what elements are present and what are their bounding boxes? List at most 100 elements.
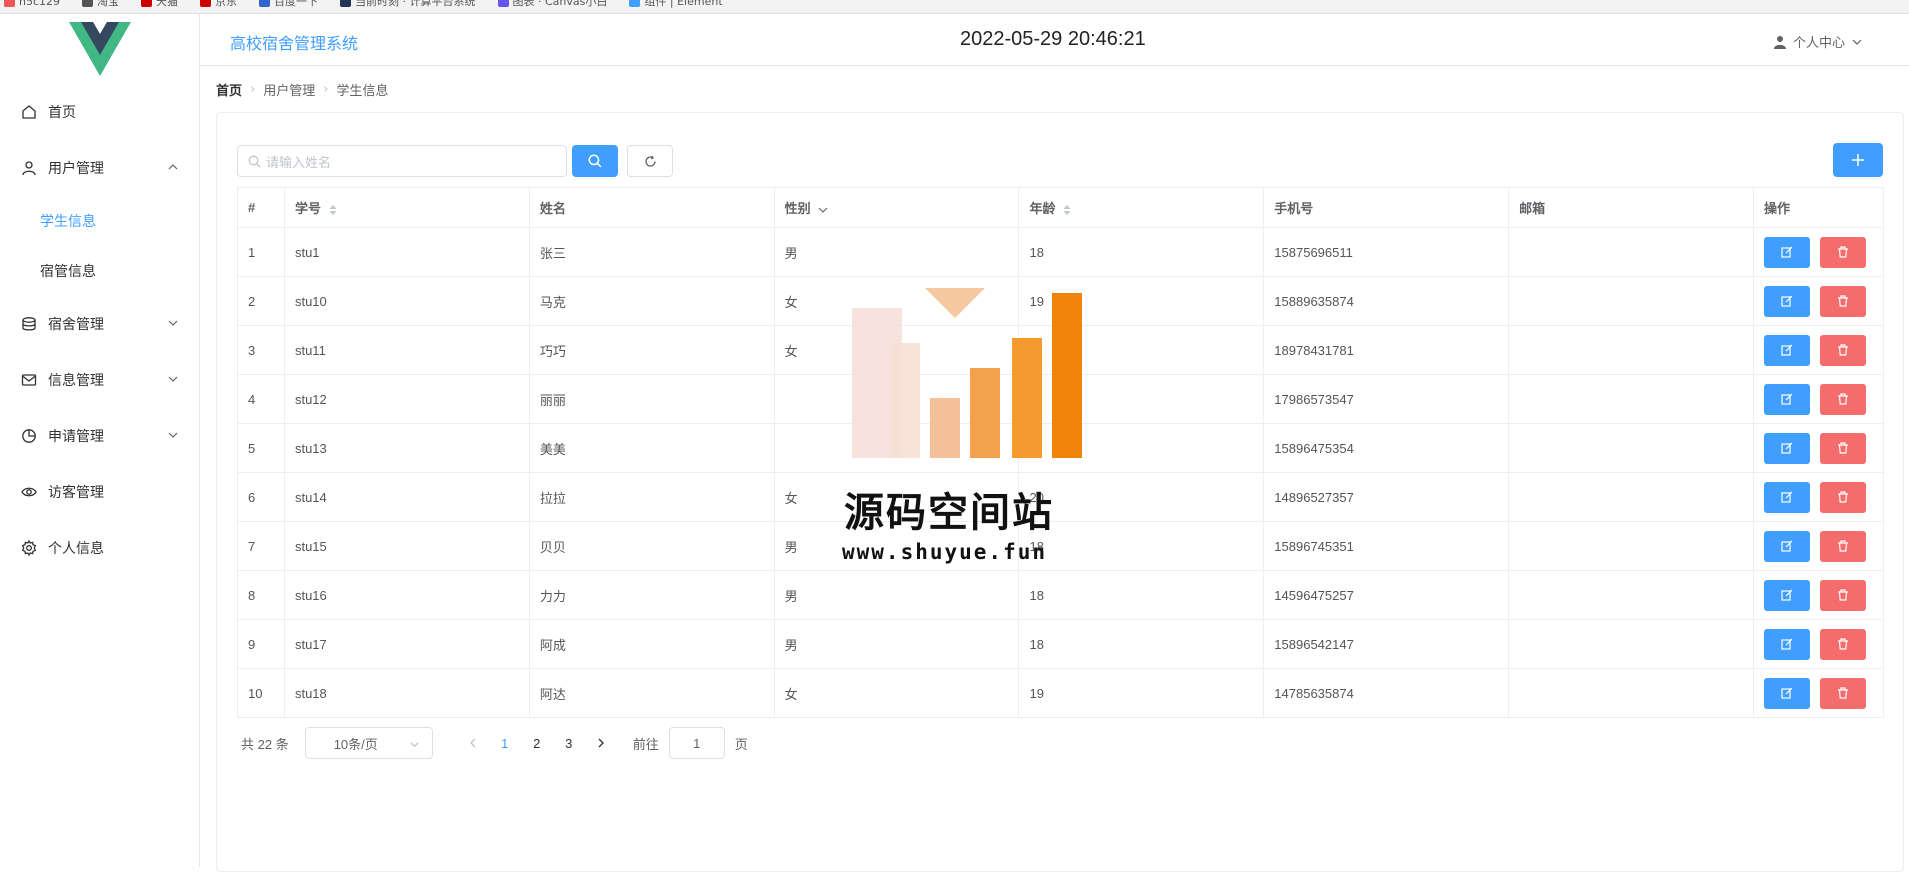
sidebar-subitem-dorm-manager-info[interactable]: 宿管信息 (0, 246, 199, 296)
cell-phone: 15896542147 (1263, 619, 1510, 669)
edit-button[interactable] (1764, 579, 1810, 611)
bookmark-item[interactable]: 组件 | Element (629, 0, 723, 7)
table-row: 4 stu12 丽丽 17986573547 (237, 374, 1884, 424)
bookmark-label: 京东 (215, 0, 238, 8)
cell-age (1018, 374, 1265, 424)
bookmark-favicon-icon (82, 0, 94, 7)
sidebar-item-application-management[interactable]: 申请管理 (0, 408, 199, 464)
bookmark-label: 天猫 (156, 0, 179, 8)
sidebar-item-info-management[interactable]: 信息管理 (0, 352, 199, 408)
cell-phone: 14896527357 (1263, 472, 1510, 522)
breadcrumb-user-management[interactable]: 用户管理 (263, 80, 315, 99)
column-header-age[interactable]: 年龄 (1018, 187, 1265, 228)
search-input[interactable]: 请输入姓名 (237, 145, 567, 177)
delete-button[interactable] (1820, 677, 1866, 709)
main-card: 请输入姓名 # 学号 姓名 性别 年龄 手机号 邮箱 操作 1 stu1 张三 … (216, 112, 1904, 872)
vue-logo[interactable] (0, 14, 199, 84)
sidebar-item-home[interactable]: 首页 (0, 84, 199, 140)
cell-index: 4 (237, 374, 285, 424)
goto-prefix: 前往 (632, 736, 659, 752)
column-header-student-id[interactable]: 学号 (283, 187, 530, 228)
cell-student-id: stu17 (283, 619, 530, 669)
edit-button[interactable] (1764, 677, 1810, 709)
delete-button[interactable] (1820, 236, 1866, 268)
edit-button[interactable] (1764, 236, 1810, 268)
edit-button[interactable] (1764, 285, 1810, 317)
user-center-dropdown[interactable]: 个人中心 (1773, 32, 1863, 51)
bookmark-item[interactable]: 百度一下 (259, 0, 318, 7)
cell-email (1508, 227, 1754, 277)
bookmark-item[interactable]: 淘宝 (82, 0, 119, 7)
bookmark-item[interactable]: h5c129 (4, 0, 60, 7)
delete-icon (1838, 491, 1848, 503)
delete-button[interactable] (1820, 530, 1866, 562)
cell-phone: 14785635874 (1263, 668, 1510, 718)
bookmark-item[interactable]: 京东 (200, 0, 237, 7)
sidebar-item-user-management[interactable]: 用户管理 (0, 140, 199, 196)
edit-button[interactable] (1764, 383, 1810, 415)
edit-button[interactable] (1764, 432, 1810, 464)
edit-button[interactable] (1764, 530, 1810, 562)
bookmark-favicon-icon (200, 0, 212, 7)
edit-button[interactable] (1764, 334, 1810, 366)
goto-page-input[interactable]: 1 (668, 727, 725, 759)
bookmark-label: 淘宝 (97, 0, 120, 8)
column-header-gender[interactable]: 性别 (773, 187, 1020, 228)
cell-gender: 女 (773, 325, 1020, 375)
reset-button[interactable] (627, 145, 673, 177)
table-row: 5 stu13 美美 15896475354 (237, 423, 1884, 473)
delete-button[interactable] (1820, 432, 1866, 464)
bookmark-label: 图表 · Canvas小白 (512, 0, 608, 8)
sidebar-item-personal-info[interactable]: 个人信息 (0, 520, 199, 576)
sidebar-subitem-student-info[interactable]: 学生信息 (0, 196, 199, 246)
search-button[interactable] (572, 145, 618, 177)
cell-index: 6 (237, 472, 285, 522)
delete-icon (1838, 295, 1848, 307)
bookmark-item[interactable]: 当前时刻 · 计算平台系统 (340, 0, 476, 7)
cell-gender: 男 (773, 570, 1020, 620)
sidebar-item-dorm-management[interactable]: 宿舍管理 (0, 296, 199, 352)
edit-button[interactable] (1764, 481, 1810, 513)
next-page-button[interactable] (585, 736, 617, 751)
cell-student-id: stu11 (283, 325, 530, 375)
sidebar-subitem-label: 学生信息 (40, 214, 96, 230)
delete-button[interactable] (1820, 334, 1866, 366)
bookmark-item[interactable]: 图表 · Canvas小白 (497, 0, 608, 8)
user-avatar-icon (1773, 35, 1786, 49)
refresh-icon (644, 155, 656, 167)
sort-caret-icon[interactable] (329, 204, 337, 216)
column-header-actions: 操作 (1753, 187, 1884, 228)
bookmark-item[interactable]: 天猫 (141, 0, 178, 7)
breadcrumb-home[interactable]: 首页 (216, 80, 242, 99)
filter-chevron-icon[interactable] (818, 205, 828, 215)
sidebar-subitem-label: 宿管信息 (40, 264, 96, 280)
cell-index: 2 (237, 276, 285, 326)
sidebar-item-visitor-management[interactable]: 访客管理 (0, 464, 199, 520)
add-button[interactable] (1833, 143, 1883, 177)
bookmark-favicon-icon (629, 0, 641, 7)
page-button-2[interactable]: 2 (521, 736, 553, 751)
delete-button[interactable] (1820, 383, 1866, 415)
cell-student-id: stu15 (283, 521, 530, 571)
delete-button[interactable] (1820, 285, 1866, 317)
page-button-1[interactable]: 1 (489, 736, 521, 751)
cell-gender: 女 (773, 668, 1020, 718)
prev-page-button[interactable] (457, 736, 489, 751)
edit-icon (1781, 344, 1793, 356)
delete-button[interactable] (1820, 579, 1866, 611)
edit-icon (1781, 687, 1793, 699)
cell-name: 力力 (528, 570, 775, 620)
edit-button[interactable] (1764, 628, 1810, 660)
delete-button[interactable] (1820, 481, 1866, 513)
chevron-right-icon (598, 738, 604, 747)
sidebar-menu: 首页 用户管理 学生信息 宿管信息 宿舍管理 信息管理 申请管理 访客管理 个人… (0, 84, 199, 576)
page-size-select[interactable]: 10条/页 (304, 727, 433, 759)
cell-email (1508, 521, 1754, 571)
cell-gender (773, 423, 1020, 473)
delete-button[interactable] (1820, 628, 1866, 660)
cell-gender: 男 (773, 227, 1020, 277)
sidebar-item-label: 宿舍管理 (48, 317, 104, 333)
cell-phone: 15896745351 (1263, 521, 1510, 571)
page-button-3[interactable]: 3 (553, 736, 585, 751)
sort-caret-icon[interactable] (1063, 204, 1071, 216)
